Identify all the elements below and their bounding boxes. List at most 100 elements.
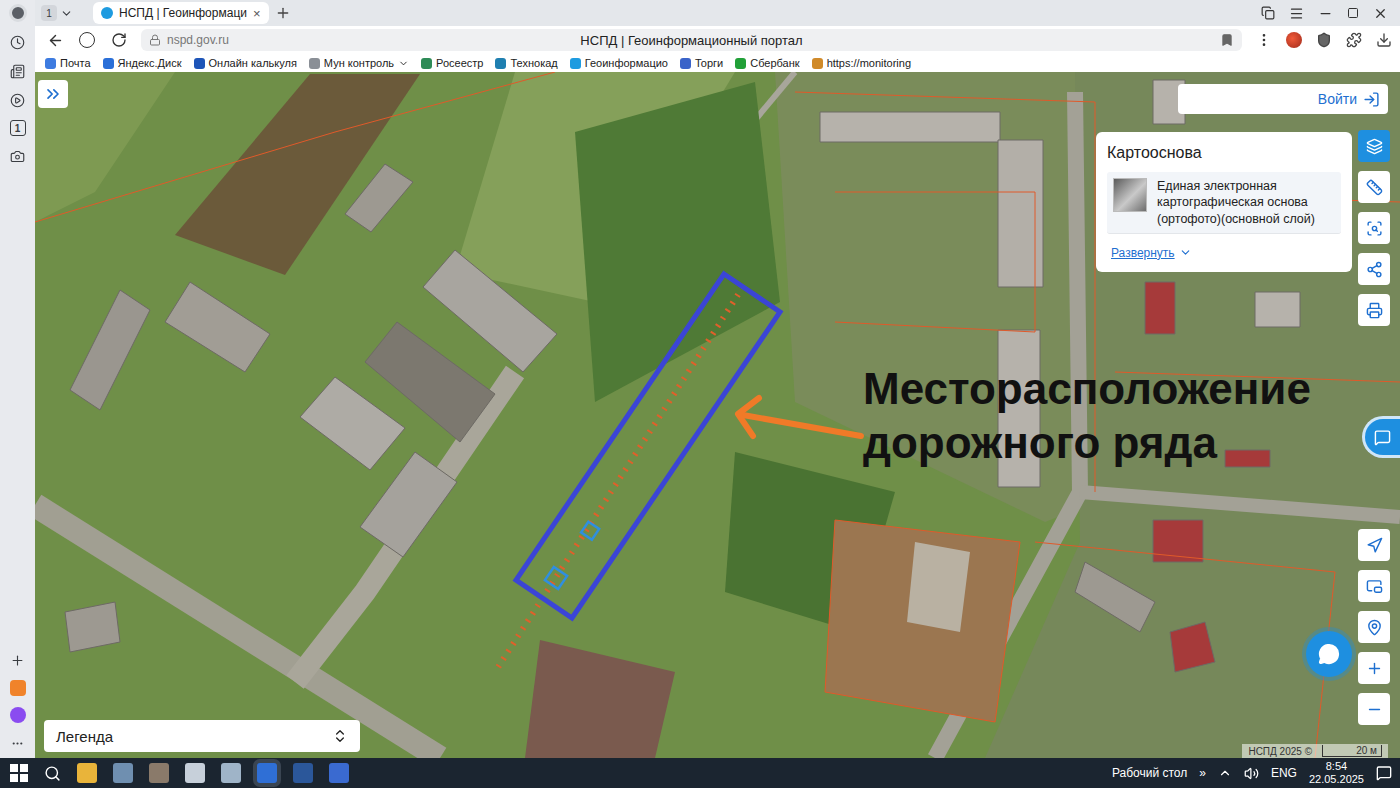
bookmark-favicon-icon [194, 58, 205, 69]
video-button[interactable] [9, 91, 27, 109]
expand-label: Развернуть [1111, 246, 1175, 260]
tab-counter[interactable]: 1 [37, 5, 77, 21]
expand-link[interactable]: Развернуть [1107, 244, 1341, 262]
maximize-icon[interactable] [1347, 7, 1359, 19]
layers-icon [1366, 138, 1383, 155]
chevron-up-icon[interactable] [1218, 766, 1232, 780]
chat-button[interactable] [1306, 631, 1352, 677]
annotation-line: дорожного ряда [863, 416, 1311, 470]
app-icon[interactable] [149, 763, 169, 783]
assistant-icon[interactable] [10, 707, 26, 723]
bookmark-item[interactable]: Росеестр [421, 57, 483, 69]
tab-title: НСПД | Геоинформаци [119, 6, 247, 20]
minimap-icon [1366, 578, 1383, 595]
bookmark-icon[interactable] [1220, 33, 1234, 47]
history-button[interactable] [9, 33, 27, 51]
word-icon[interactable] [293, 763, 313, 783]
bookmark-favicon-icon [495, 58, 506, 69]
explorer-icon[interactable] [77, 763, 97, 783]
browser-logo-icon[interactable] [9, 4, 27, 22]
ruler-icon [1366, 179, 1383, 196]
app-icon[interactable] [10, 680, 26, 696]
app-icon[interactable] [113, 763, 133, 783]
map-tool-button[interactable] [1358, 171, 1390, 203]
download-icon[interactable] [1376, 32, 1392, 48]
map-tool-button[interactable] [1358, 294, 1390, 326]
play-icon [10, 93, 25, 108]
basemap-layer[interactable]: Единая электронная картографическая осно… [1107, 172, 1341, 234]
more-button[interactable] [9, 734, 27, 752]
legend-bar[interactable]: Легенда [44, 720, 360, 752]
select-area-icon [1366, 220, 1383, 237]
plus-icon [10, 653, 25, 668]
browser-main: 1 НСПД | Геоинформаци × nspd.gov.ruНСПД | Г… [35, 0, 1400, 758]
bookmark-item[interactable]: Технокад [495, 57, 557, 69]
desktop-label[interactable]: Рабочий стол [1112, 766, 1187, 780]
chevron-down-icon [60, 7, 73, 20]
bookmark-item[interactable]: Мун контроль [309, 57, 409, 69]
tray-overflow[interactable]: » [1199, 766, 1206, 780]
search-icon[interactable] [44, 765, 61, 782]
address-field[interactable]: nspd.gov.ruНСПД | Геоинформационный порт… [141, 29, 1242, 51]
menu-icon[interactable] [1289, 6, 1304, 21]
tabs-icon[interactable] [1261, 6, 1275, 20]
map-tool-button[interactable] [1358, 253, 1390, 285]
map-control-button[interactable] [1358, 570, 1390, 602]
reload-button[interactable] [109, 30, 129, 50]
app-icon[interactable] [329, 763, 349, 783]
map-control-button[interactable] [1358, 693, 1390, 725]
page-menu-button[interactable] [1254, 30, 1274, 50]
help-widget[interactable] [1362, 416, 1400, 458]
notifications-icon[interactable] [1376, 765, 1392, 781]
extension-icon[interactable] [1286, 32, 1302, 48]
add-panel-button[interactable] [9, 651, 27, 669]
back-button[interactable] [45, 30, 65, 50]
browser-app-icon[interactable] [257, 763, 277, 783]
yandex-button[interactable] [77, 30, 97, 50]
taskbar: Рабочий стол » ENG 8:5422.05.2025 [0, 758, 1400, 788]
favicon-icon [101, 7, 113, 19]
shield-icon[interactable] [1316, 32, 1332, 48]
language-indicator[interactable]: ENG [1271, 766, 1297, 780]
app-icon[interactable] [221, 763, 241, 783]
chevrons-up-down-icon [332, 728, 348, 744]
map-control-button[interactable] [1358, 611, 1390, 643]
bookmark-favicon-icon [680, 58, 691, 69]
collections-button[interactable] [9, 62, 27, 80]
legend-label: Легенда [56, 728, 113, 745]
map-tool-button[interactable] [1358, 212, 1390, 244]
bookmark-label: Сбербанк [750, 57, 799, 69]
login-button[interactable]: Войти [1178, 84, 1388, 114]
camera-icon [10, 149, 25, 164]
bookmark-favicon-icon [421, 58, 432, 69]
map-control-button[interactable] [1358, 529, 1390, 561]
map-control-button[interactable] [1358, 652, 1390, 684]
bookmark-item[interactable]: Сбербанк [735, 57, 799, 69]
bookmark-item[interactable]: Торги [680, 57, 723, 69]
app-icon[interactable] [185, 763, 205, 783]
bookmark-item[interactable]: Яндекс.Диск [103, 57, 182, 69]
screenshot-button[interactable] [9, 147, 27, 165]
system-tray: Рабочий стол » ENG 8:5422.05.2025 [1112, 760, 1392, 786]
bookmark-item[interactable]: https://monitoring [812, 57, 911, 69]
more-icon [1256, 32, 1272, 48]
tab-close-button[interactable]: × [253, 6, 261, 21]
minimize-icon[interactable] [1318, 6, 1333, 21]
sidebar-badge[interactable]: 1 [10, 120, 26, 136]
browser-tab[interactable]: НСПД | Геоинформаци × [93, 2, 269, 24]
bookmark-item[interactable]: Онлайн калькуля [194, 57, 297, 69]
bookmark-item[interactable]: Геоинформацио [570, 57, 668, 69]
map-tool-button[interactable] [1358, 130, 1390, 162]
bookmark-item[interactable]: Почта [45, 57, 91, 69]
tab-count: 1 [41, 5, 57, 21]
volume-icon[interactable] [1244, 766, 1259, 781]
expand-panel-button[interactable] [38, 80, 68, 108]
new-tab-button[interactable] [275, 5, 291, 21]
map-toolbar [1358, 130, 1390, 326]
time: 8:54 [1326, 760, 1347, 773]
close-icon[interactable] [1373, 6, 1388, 21]
clock[interactable]: 8:5422.05.2025 [1309, 760, 1364, 786]
windows-start-icon[interactable] [10, 764, 28, 782]
map[interactable]: Месторасположениедорожного рядаВойтиКарт… [35, 72, 1400, 758]
puzzle-icon[interactable] [1346, 32, 1362, 48]
